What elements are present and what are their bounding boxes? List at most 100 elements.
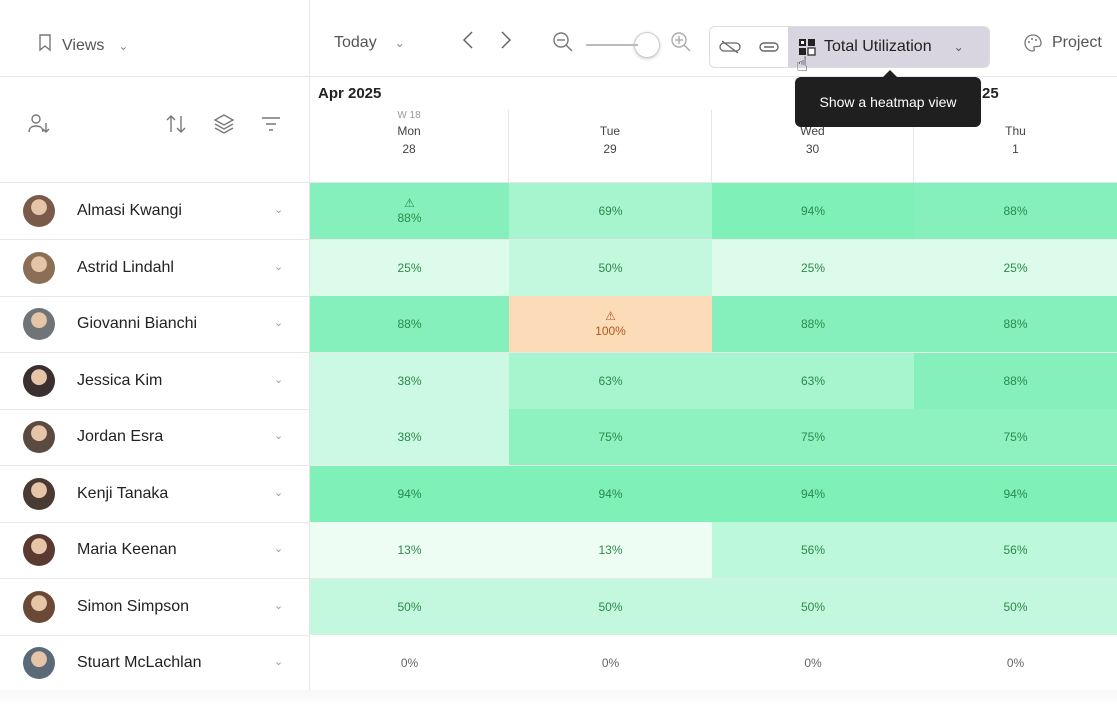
resource-item[interactable]: Simon Simpson ⌄ [0,579,310,635]
calendar-header: Apr 2025 25 W 18 Mon 28 Tue 29 Wed 30 Th… [310,77,1117,183]
utilization-value: 50% [1003,600,1028,614]
day-name: Mon [397,124,421,138]
utilization-value: 0% [1006,656,1025,670]
zoom-out-icon[interactable] [552,31,574,58]
table-row: Maria Keenan ⌄ 13% 13% 56% 56% [0,522,1117,579]
utilization-cell[interactable]: 75% [509,409,713,465]
expand-chevron-icon[interactable]: ⌄ [274,373,283,386]
chevron-down-icon: ⌄ [953,40,964,54]
utilization-value: 25% [1003,261,1028,275]
filter-icon[interactable] [260,113,282,140]
views-menu[interactable]: Views ⌄ [38,34,128,57]
utilization-value: 94% [397,487,422,501]
project-menu[interactable]: Project [1024,34,1102,52]
utilization-cell[interactable]: 94% [914,466,1117,522]
view-mode-toggle: Total Utilization ⌄ [709,26,990,68]
expand-chevron-icon[interactable]: ⌄ [274,655,283,668]
utilization-cell[interactable]: 50% [509,579,713,635]
resource-item[interactable]: Kenji Tanaka ⌄ [0,466,310,522]
expand-chevron-icon[interactable]: ⌄ [274,316,283,329]
utilization-cell[interactable]: 56% [712,522,915,578]
expand-chevron-icon[interactable]: ⌄ [274,260,283,273]
expand-chevron-icon[interactable]: ⌄ [274,203,283,216]
zoom-in-icon[interactable] [670,31,692,58]
today-button[interactable]: Today ⌄ [334,34,405,52]
utilization-cell[interactable]: 94% [509,466,713,522]
utilization-value: 100% [595,324,626,338]
utilization-cell[interactable]: 25% [914,240,1117,296]
utilization-cell[interactable]: 75% [712,409,915,465]
utilization-cell[interactable]: 63% [712,353,915,409]
avatar [23,534,55,566]
resource-item[interactable]: Astrid Lindahl ⌄ [0,240,310,296]
utilization-value: 56% [800,543,826,557]
utilization-cell[interactable]: 13% [509,522,713,578]
utilization-value: 50% [598,261,623,275]
bar-view-button[interactable] [749,27,788,67]
expand-chevron-icon[interactable]: ⌄ [274,599,283,612]
utilization-cell[interactable]: 50% [914,579,1117,635]
utilization-cell[interactable]: 63% [509,353,713,409]
utilization-value: 25% [397,261,422,275]
resource-item[interactable]: Jessica Kim ⌄ [0,353,310,409]
utilization-value: 38% [397,430,422,444]
utilization-cell[interactable]: 50% [712,579,915,635]
day-number: 1 [1012,142,1019,156]
utilization-cell[interactable]: 56% [914,522,1117,578]
day-header-tue: Tue 29 [509,110,711,182]
sort-icon[interactable] [165,113,187,140]
utilization-cell[interactable]: 38% [310,353,510,409]
eye-off-icon [718,40,741,54]
utilization-cell[interactable]: 75% [914,409,1117,465]
utilization-cell[interactable]: 25% [712,240,915,296]
avatar [23,478,55,510]
resource-item[interactable]: Almasi Kwangi ⌄ [0,183,310,239]
next-button[interactable] [500,30,512,50]
utilization-value: 75% [800,430,826,444]
utilization-cell[interactable]: 88% [914,296,1117,352]
palette-icon [1024,34,1042,52]
table-row: Jessica Kim ⌄ 38% 63% 63% 88% [0,353,1117,410]
prev-button[interactable] [462,30,474,50]
utilization-cell[interactable]: 38% [310,409,510,465]
resource-item[interactable]: Maria Keenan ⌄ [0,522,310,578]
utilization-cell[interactable]: 69% [509,183,713,239]
utilization-cell[interactable]: 50% [310,579,510,635]
utilization-cell[interactable]: 88% [310,296,510,352]
week-label: W 18 [397,110,421,121]
sort-people-icon[interactable] [28,113,50,140]
utilization-cell[interactable]: 13% [310,522,510,578]
heatmap-view-dropdown[interactable]: Total Utilization ⌄ [788,27,989,67]
resource-item[interactable]: Giovanni Bianchi ⌄ [0,296,310,352]
utilization-cell[interactable]: ⚠ 100% [509,296,713,352]
resource-name: Almasi Kwangi [77,202,182,219]
expand-chevron-icon[interactable]: ⌄ [274,429,283,442]
utilization-cell[interactable]: 94% [712,466,915,522]
resource-item[interactable]: Jordan Esra ⌄ [0,409,310,465]
utilization-value: 13% [397,543,422,557]
utilization-value: 63% [800,374,826,388]
utilization-cell[interactable]: 0% [914,635,1117,691]
utilization-cell[interactable]: 88% [914,183,1117,239]
utilization-cell[interactable]: 88% [712,296,915,352]
utilization-cell[interactable]: 25% [310,240,510,296]
utilization-cell[interactable]: 50% [509,240,713,296]
utilization-cell[interactable]: 0% [310,635,510,691]
utilization-cell[interactable]: 0% [712,635,915,691]
expand-chevron-icon[interactable]: ⌄ [274,542,283,555]
layers-icon[interactable] [213,113,235,140]
resource-name: Jordan Esra [77,428,164,445]
zoom-slider-track[interactable] [586,43,638,46]
utilization-cell[interactable]: ⚠ 88% [310,183,510,239]
table-row: Kenji Tanaka ⌄ 94% 94% 94% 94% [0,466,1117,523]
day-header-mon: W 18 Mon 28 [310,110,508,182]
utilization-cell[interactable]: 94% [310,466,510,522]
utilization-cell[interactable]: 88% [914,353,1117,409]
expand-chevron-icon[interactable]: ⌄ [274,486,283,499]
resource-name: Maria Keenan [77,541,177,558]
hide-view-button[interactable] [710,27,749,67]
resource-item[interactable]: Stuart McLachlan ⌄ [0,635,310,691]
utilization-value: 88% [800,317,826,331]
utilization-cell[interactable]: 94% [712,183,915,239]
utilization-cell[interactable]: 0% [509,635,713,691]
